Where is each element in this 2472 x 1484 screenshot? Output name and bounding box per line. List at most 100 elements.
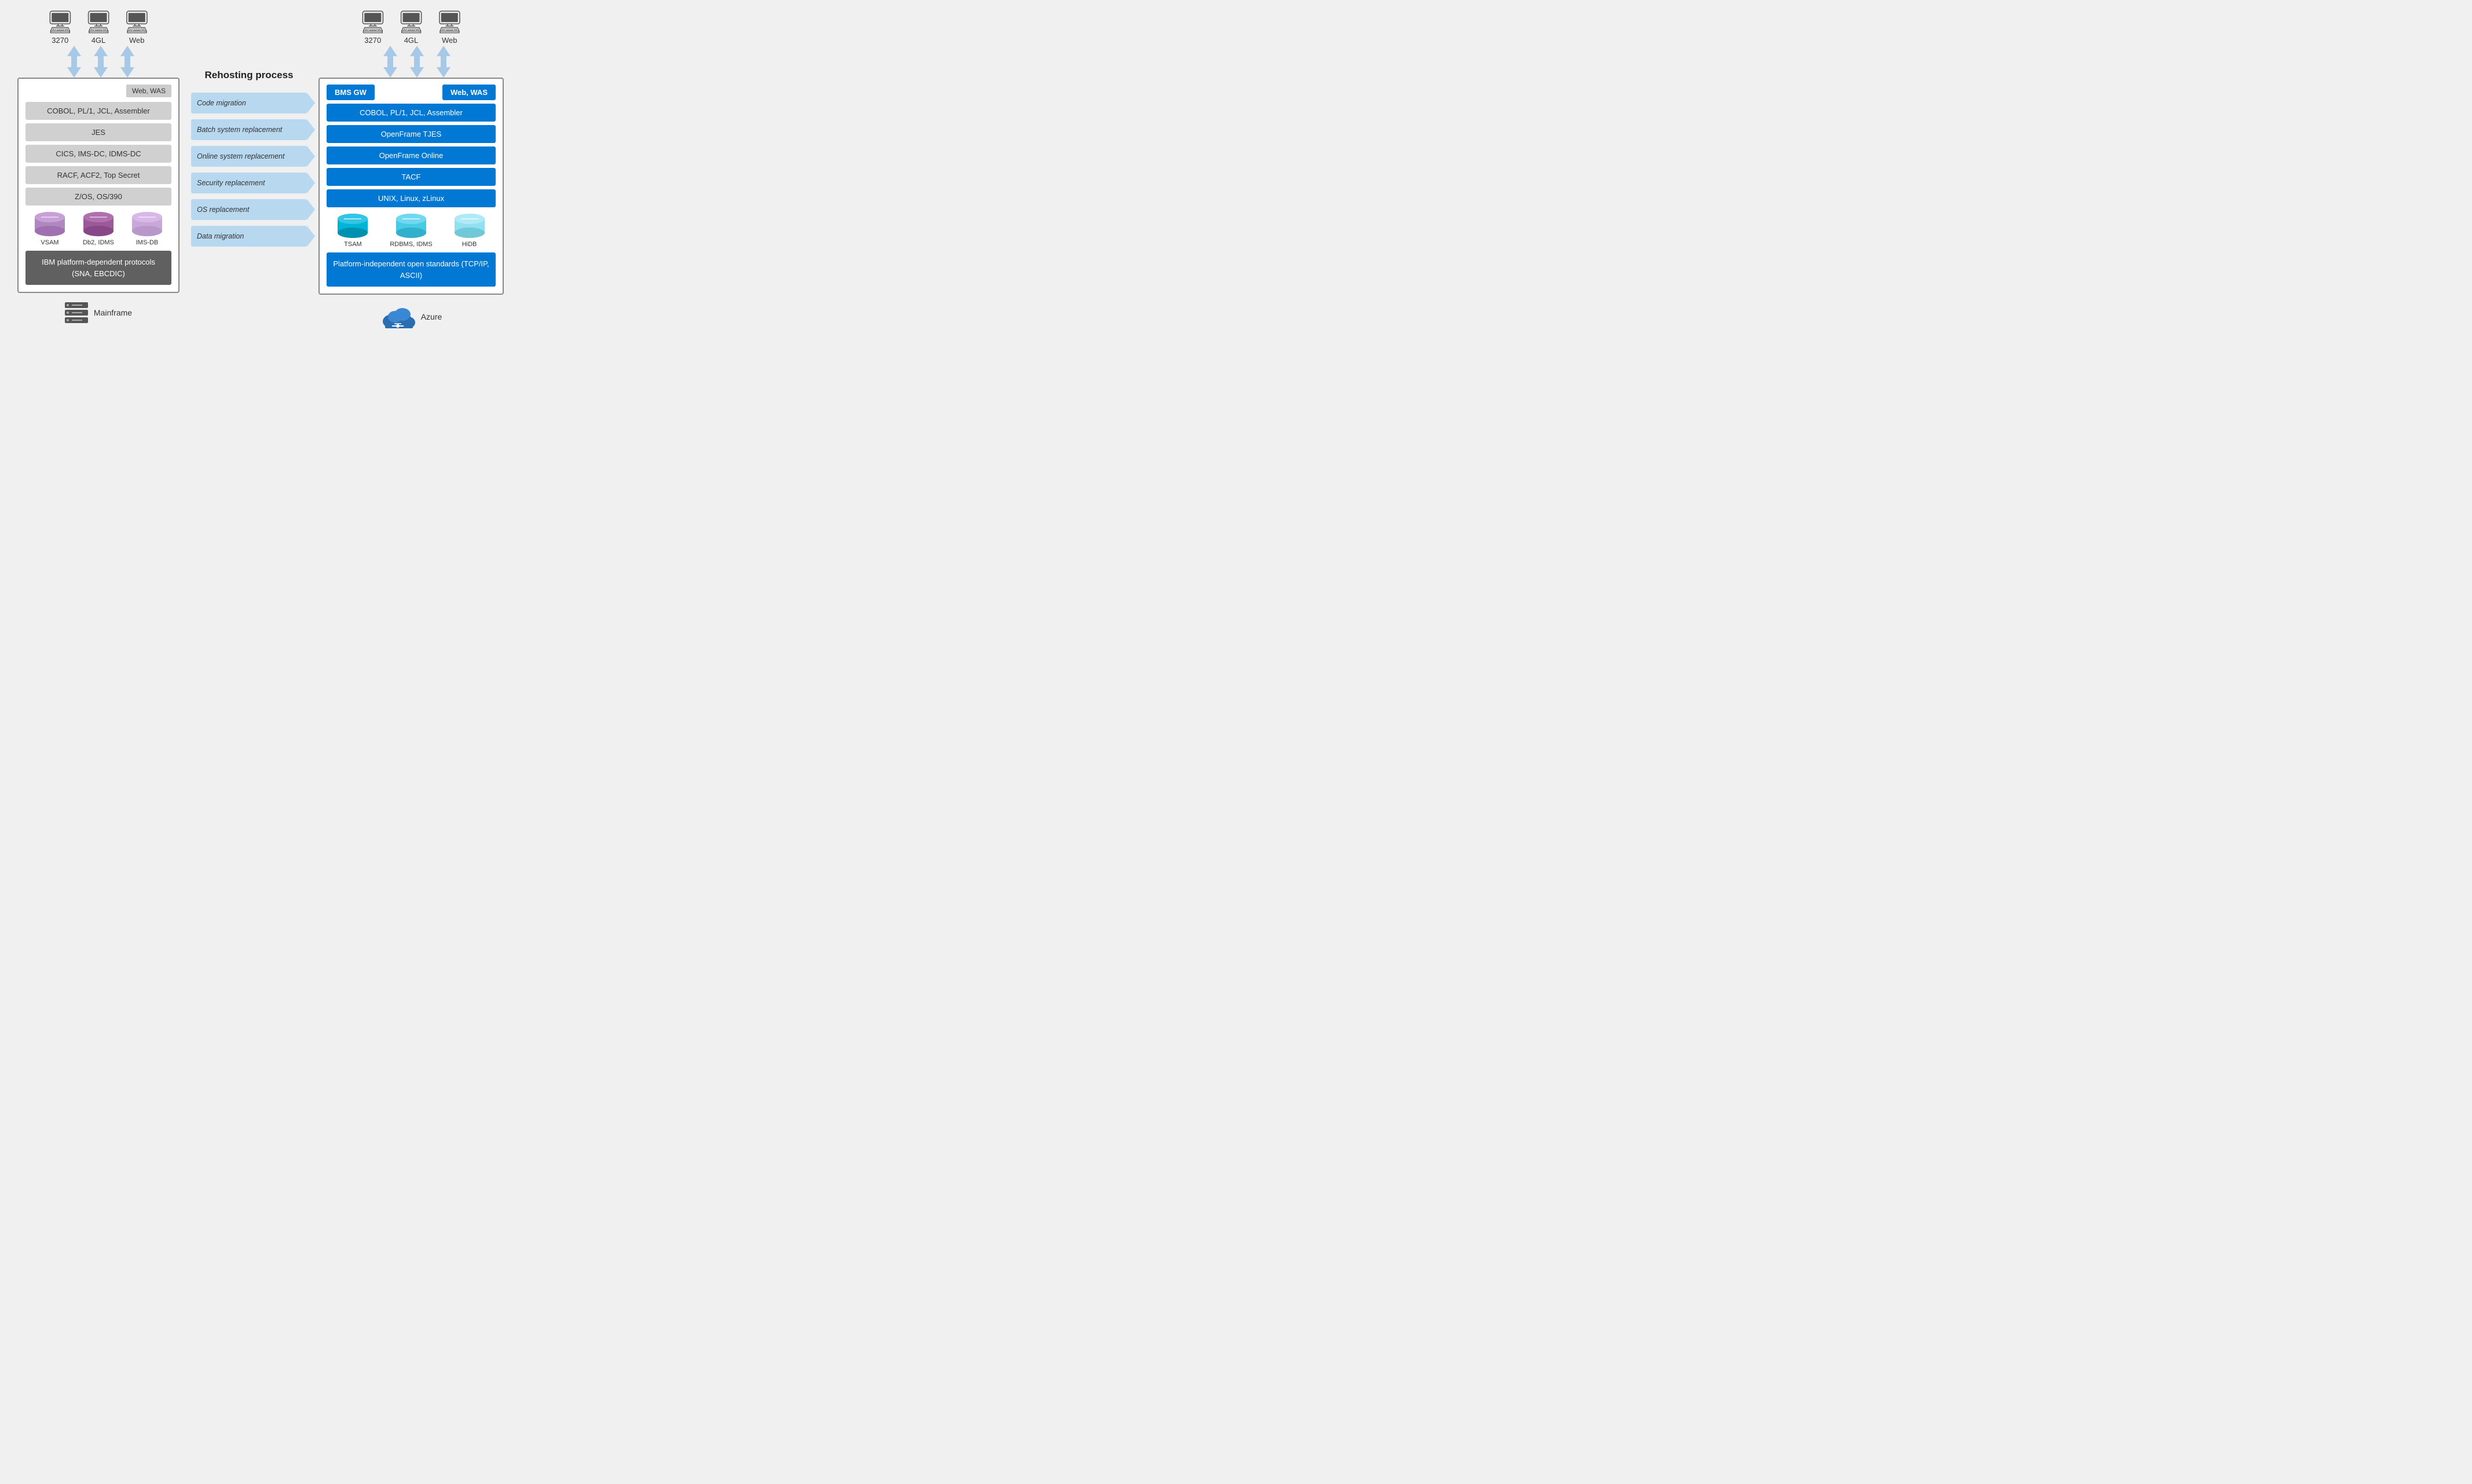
server-bar-3 (65, 317, 88, 323)
db-label-vsam: VSAM (41, 239, 58, 246)
right-arrow-shaft-3 (441, 56, 446, 67)
tsam-cylinder-icon (337, 213, 368, 239)
terminal-4gl: 🖥 4GL (85, 12, 112, 45)
server-icon (65, 302, 88, 323)
db-db2: Db2, IDMS (83, 211, 114, 246)
terminal-label-3270: 3270 (52, 36, 68, 45)
right-arrow-up-2 (410, 46, 424, 56)
arrow-shaft-1 (71, 56, 77, 67)
azure-box: BMS GW Web, WAS COBOL, PL/1, JCL, Assemb… (318, 78, 504, 295)
step-label-online: Online system replacement (197, 152, 284, 160)
azure-label: Azure (421, 312, 442, 321)
arrow-col-2 (93, 46, 109, 78)
right-monitor-icon-3270: 🖥 (359, 12, 387, 34)
arrow-up-3 (120, 46, 134, 56)
mf-row-racf: RACF, ACF2, Top Secret (25, 166, 171, 184)
right-arrow-col-2 (409, 46, 425, 78)
db-label-db2: Db2, IDMS (83, 239, 114, 246)
mf-row-cobol: COBOL, PL/1, JCL, Assembler (25, 102, 171, 120)
step-label-code-migration: Code migration (197, 99, 246, 107)
right-arrow-col-1 (382, 46, 398, 78)
right-arrow-col-3 (435, 46, 452, 78)
step-bar-security: Security replacement (191, 173, 307, 193)
server-dot-3 (67, 319, 69, 321)
terminal-label-web: Web (129, 36, 145, 45)
step-label-data: Data migration (197, 232, 244, 240)
right-arrows (371, 46, 452, 78)
right-side: 🖥 3270 🖥 4GL 🖥 Web (313, 12, 510, 329)
right-arrow-shaft-1 (387, 56, 393, 67)
step-label-security: Security replacement (197, 179, 265, 187)
step-code-migration: Code migration (191, 93, 307, 113)
azure-db-row: TSAM RDBMS, IDMS (327, 213, 496, 248)
left-db-row: VSAM Db2, IDMS (25, 211, 171, 246)
monitor-icon-web: 🖥 (123, 12, 151, 34)
right-terminal-web: 🖥 Web (435, 12, 463, 45)
web-was-badge-right: Web, WAS (442, 85, 496, 100)
server-bar-2 (65, 310, 88, 316)
monitor-icon-3270: 🖥 (46, 12, 74, 34)
step-online: Online system replacement (191, 146, 307, 167)
platform-text: Platform-independent open standards (TCP… (333, 259, 489, 280)
azure-row-tacf: TACF (327, 168, 496, 186)
main-layout: 🖥 3270 🖥 4GL 🖥 Web (12, 12, 606, 329)
db-label-hidb: HiDB (462, 241, 477, 248)
left-terminals-row: 🖥 3270 🖥 4GL 🖥 Web (46, 12, 151, 45)
right-terminal-3270: 🖥 3270 (359, 12, 387, 45)
terminal-3270: 🖥 3270 (46, 12, 74, 45)
step-label-os: OS replacement (197, 206, 249, 214)
right-terminal-label-3270: 3270 (364, 36, 381, 45)
server-bar-1 (65, 302, 88, 308)
db-hidb: HiDB (454, 213, 485, 248)
server-line-2 (72, 312, 82, 313)
ibm-platform-box: IBM platform-dependent protocols (SNA, E… (25, 251, 171, 285)
step-bar-os: OS replacement (191, 199, 307, 220)
azure-top-row: BMS GW Web, WAS (327, 85, 496, 100)
step-bar-online: Online system replacement (191, 146, 307, 167)
server-dot-1 (67, 304, 69, 306)
right-monitor-icon-web: 🖥 (435, 12, 463, 34)
db-imsdb: IMS-DB (131, 211, 163, 246)
arrow-col-3 (119, 46, 135, 78)
right-arrow-down-2 (410, 67, 424, 78)
azure-row-unix: UNIX, Linux, zLinux (327, 189, 496, 207)
step-label-batch: Batch system replacement (197, 126, 282, 134)
terminal-label-4gl: 4GL (91, 36, 106, 45)
monitor-icon-4gl: 🖥 (85, 12, 112, 34)
db-tsam: TSAM (337, 213, 368, 248)
right-monitor-icon-4gl: 🖥 (397, 12, 425, 34)
rdbms-cylinder-icon (395, 213, 427, 239)
right-terminal-label-web: Web (442, 36, 457, 45)
right-terminal-label-4gl: 4GL (404, 36, 419, 45)
left-arrows (61, 46, 135, 78)
mainframe-box: Web, WAS COBOL, PL/1, JCL, Assembler JES… (17, 78, 180, 293)
mf-row-cics: CICS, IMS-DC, IDMS-DC (25, 145, 171, 163)
step-bar-batch: Batch system replacement (191, 119, 307, 140)
azure-cloud-icon (380, 304, 415, 329)
step-batch: Batch system replacement (191, 119, 307, 140)
arrow-down-1 (67, 67, 81, 78)
azure-row-cobol: COBOL, PL/1, JCL, Assembler (327, 104, 496, 122)
arrow-down-2 (94, 67, 108, 78)
mf-row-zos: Z/OS, OS/390 (25, 188, 171, 206)
left-side: 🖥 3270 🖥 4GL 🖥 Web (12, 12, 185, 323)
right-arrow-down-1 (383, 67, 397, 78)
right-arrow-up-3 (437, 46, 451, 56)
db-rdbms: RDBMS, IDMS (390, 213, 432, 248)
vsam-cylinder-icon (34, 211, 65, 237)
arrow-up-1 (67, 46, 81, 56)
arrow-shaft-2 (98, 56, 104, 67)
bms-gw-badge: BMS GW (327, 85, 375, 100)
hidb-cylinder-icon (454, 213, 485, 239)
terminal-web: 🖥 Web (123, 12, 151, 45)
server-line-3 (72, 320, 82, 321)
azure-row-tjes: OpenFrame TJES (327, 125, 496, 143)
web-was-badge-left: Web, WAS (126, 85, 171, 97)
step-security: Security replacement (191, 173, 307, 193)
step-bar-data: Data migration (191, 226, 307, 247)
db-label-rdbms: RDBMS, IDMS (390, 241, 432, 248)
right-terminals-row: 🖥 3270 🖥 4GL 🖥 Web (359, 12, 464, 45)
mainframe-label: Mainframe (94, 308, 132, 317)
imsdb-cylinder-icon (131, 211, 163, 237)
arrow-up-2 (94, 46, 108, 56)
